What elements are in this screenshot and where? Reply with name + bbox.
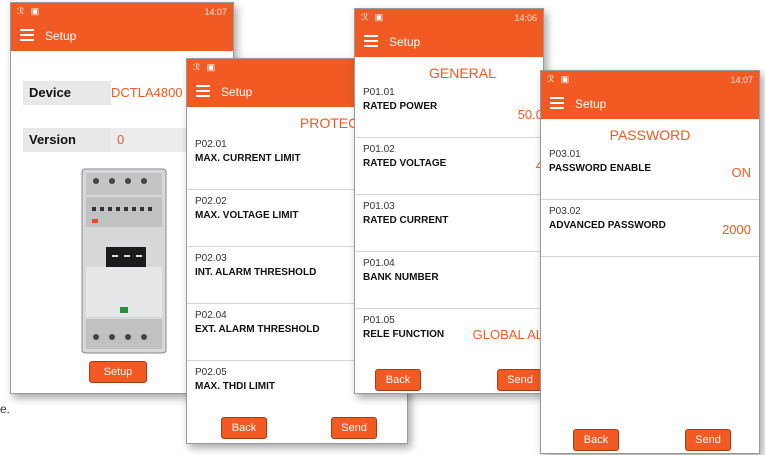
parameter-name: MAX. CURRENT LIMIT	[195, 153, 301, 164]
parameter-name: BANK NUMBER	[363, 272, 439, 283]
status-bar: ℛ ▣ 14:07	[541, 71, 759, 89]
status-bar: ℛ ▣ 14:06	[355, 9, 543, 27]
parameter-row[interactable]: P01.05 RELE FUNCTION GLOBAL AL	[355, 309, 543, 365]
section-title: PASSWORD	[609, 127, 691, 143]
parameter-name: RATED CURRENT	[363, 215, 449, 226]
notification-icons: ℛ ▣	[193, 62, 218, 72]
caption-fragment: e.	[0, 402, 11, 416]
app-bar: Setup	[541, 89, 759, 119]
parameter-value: GLOBAL AL	[472, 327, 543, 342]
back-button[interactable]: Back	[221, 417, 267, 439]
hamburger-menu-icon[interactable]	[364, 35, 378, 47]
device-image	[81, 168, 167, 354]
hamburger-menu-icon[interactable]	[196, 85, 210, 97]
parameter-value: ON	[731, 165, 752, 180]
setup-button[interactable]: Setup	[89, 361, 147, 383]
hamburger-menu-icon[interactable]	[550, 97, 564, 109]
parameter-name: EXT. ALARM THRESHOLD	[195, 324, 320, 335]
app-title: Setup	[389, 35, 421, 49]
parameter-name: ADVANCED PASSWORD	[549, 220, 666, 231]
parameter-name: INT. ALARM THRESHOLD	[195, 267, 317, 278]
parameter-name: RATED VOLTAGE	[363, 158, 447, 169]
parameter-code: P02.02	[195, 196, 227, 207]
parameter-value: 2000	[722, 222, 751, 237]
parameter-code: P02.05	[195, 367, 227, 378]
send-button[interactable]: Send	[685, 429, 731, 451]
screen-general: ℛ ▣ 14:06 Setup GENERAL P01.01 RATED POWE…	[354, 8, 544, 394]
app-title: Setup	[221, 85, 253, 99]
parameter-row[interactable]: P01.04 BANK NUMBER	[355, 252, 543, 309]
parameter-name: MAX. VOLTAGE LIMIT	[195, 210, 299, 221]
parameter-name: MAX. THDI LIMIT	[195, 381, 275, 392]
app-bar: Setup	[11, 21, 233, 51]
app-title: Setup	[45, 29, 77, 43]
app-bar: Setup	[355, 27, 543, 57]
app-title: Setup	[575, 97, 607, 111]
notification-icons: ℛ ▣	[17, 6, 42, 16]
parameter-name: PASSWORD ENABLE	[549, 163, 652, 174]
version-label: Version	[23, 128, 111, 152]
notification-icons: ℛ ▣	[361, 12, 386, 22]
parameter-code: P02.03	[195, 253, 227, 264]
section-title: GENERAL	[429, 65, 496, 81]
send-button[interactable]: Send	[331, 417, 377, 439]
status-bar: ℛ ▣ 14:07	[11, 3, 233, 21]
parameter-code: P01.05	[363, 315, 395, 326]
parameter-row[interactable]: P03.01 PASSWORD ENABLE ON	[541, 143, 759, 200]
device-label: Device	[23, 81, 111, 105]
back-button[interactable]: Back	[375, 369, 421, 391]
screen-password: ℛ ▣ 14:07 Setup PASSWORD P03.01 PASSWORD …	[540, 70, 760, 454]
parameter-code: P01.04	[363, 258, 395, 269]
send-button[interactable]: Send	[497, 369, 543, 391]
parameter-code: P01.03	[363, 201, 395, 212]
parameter-code: P03.01	[549, 149, 581, 160]
status-time: 14:06	[514, 13, 537, 23]
parameter-code: P01.01	[363, 87, 395, 98]
parameter-row[interactable]: P01.03 RATED CURRENT	[355, 195, 543, 252]
notification-icons: ℛ ▣	[547, 74, 572, 84]
parameter-row[interactable]: P03.02 ADVANCED PASSWORD 2000	[541, 200, 759, 257]
parameter-code: P03.02	[549, 206, 581, 217]
status-time: 14:07	[204, 7, 227, 17]
back-button[interactable]: Back	[573, 429, 619, 451]
hamburger-menu-icon[interactable]	[20, 29, 34, 41]
parameter-row[interactable]: P01.02RATED VOLTAGE4	[355, 138, 543, 195]
status-time: 14:07	[730, 75, 753, 85]
parameter-code: P02.01	[195, 139, 227, 150]
parameter-name: RATED POWER	[363, 101, 438, 112]
parameter-code: P02.04	[195, 310, 227, 321]
parameter-row[interactable]: P01.01 RATED POWER 50.0	[355, 81, 543, 138]
parameter-code: P01.02	[363, 144, 395, 155]
parameter-name: RELE FUNCTION	[363, 329, 445, 340]
